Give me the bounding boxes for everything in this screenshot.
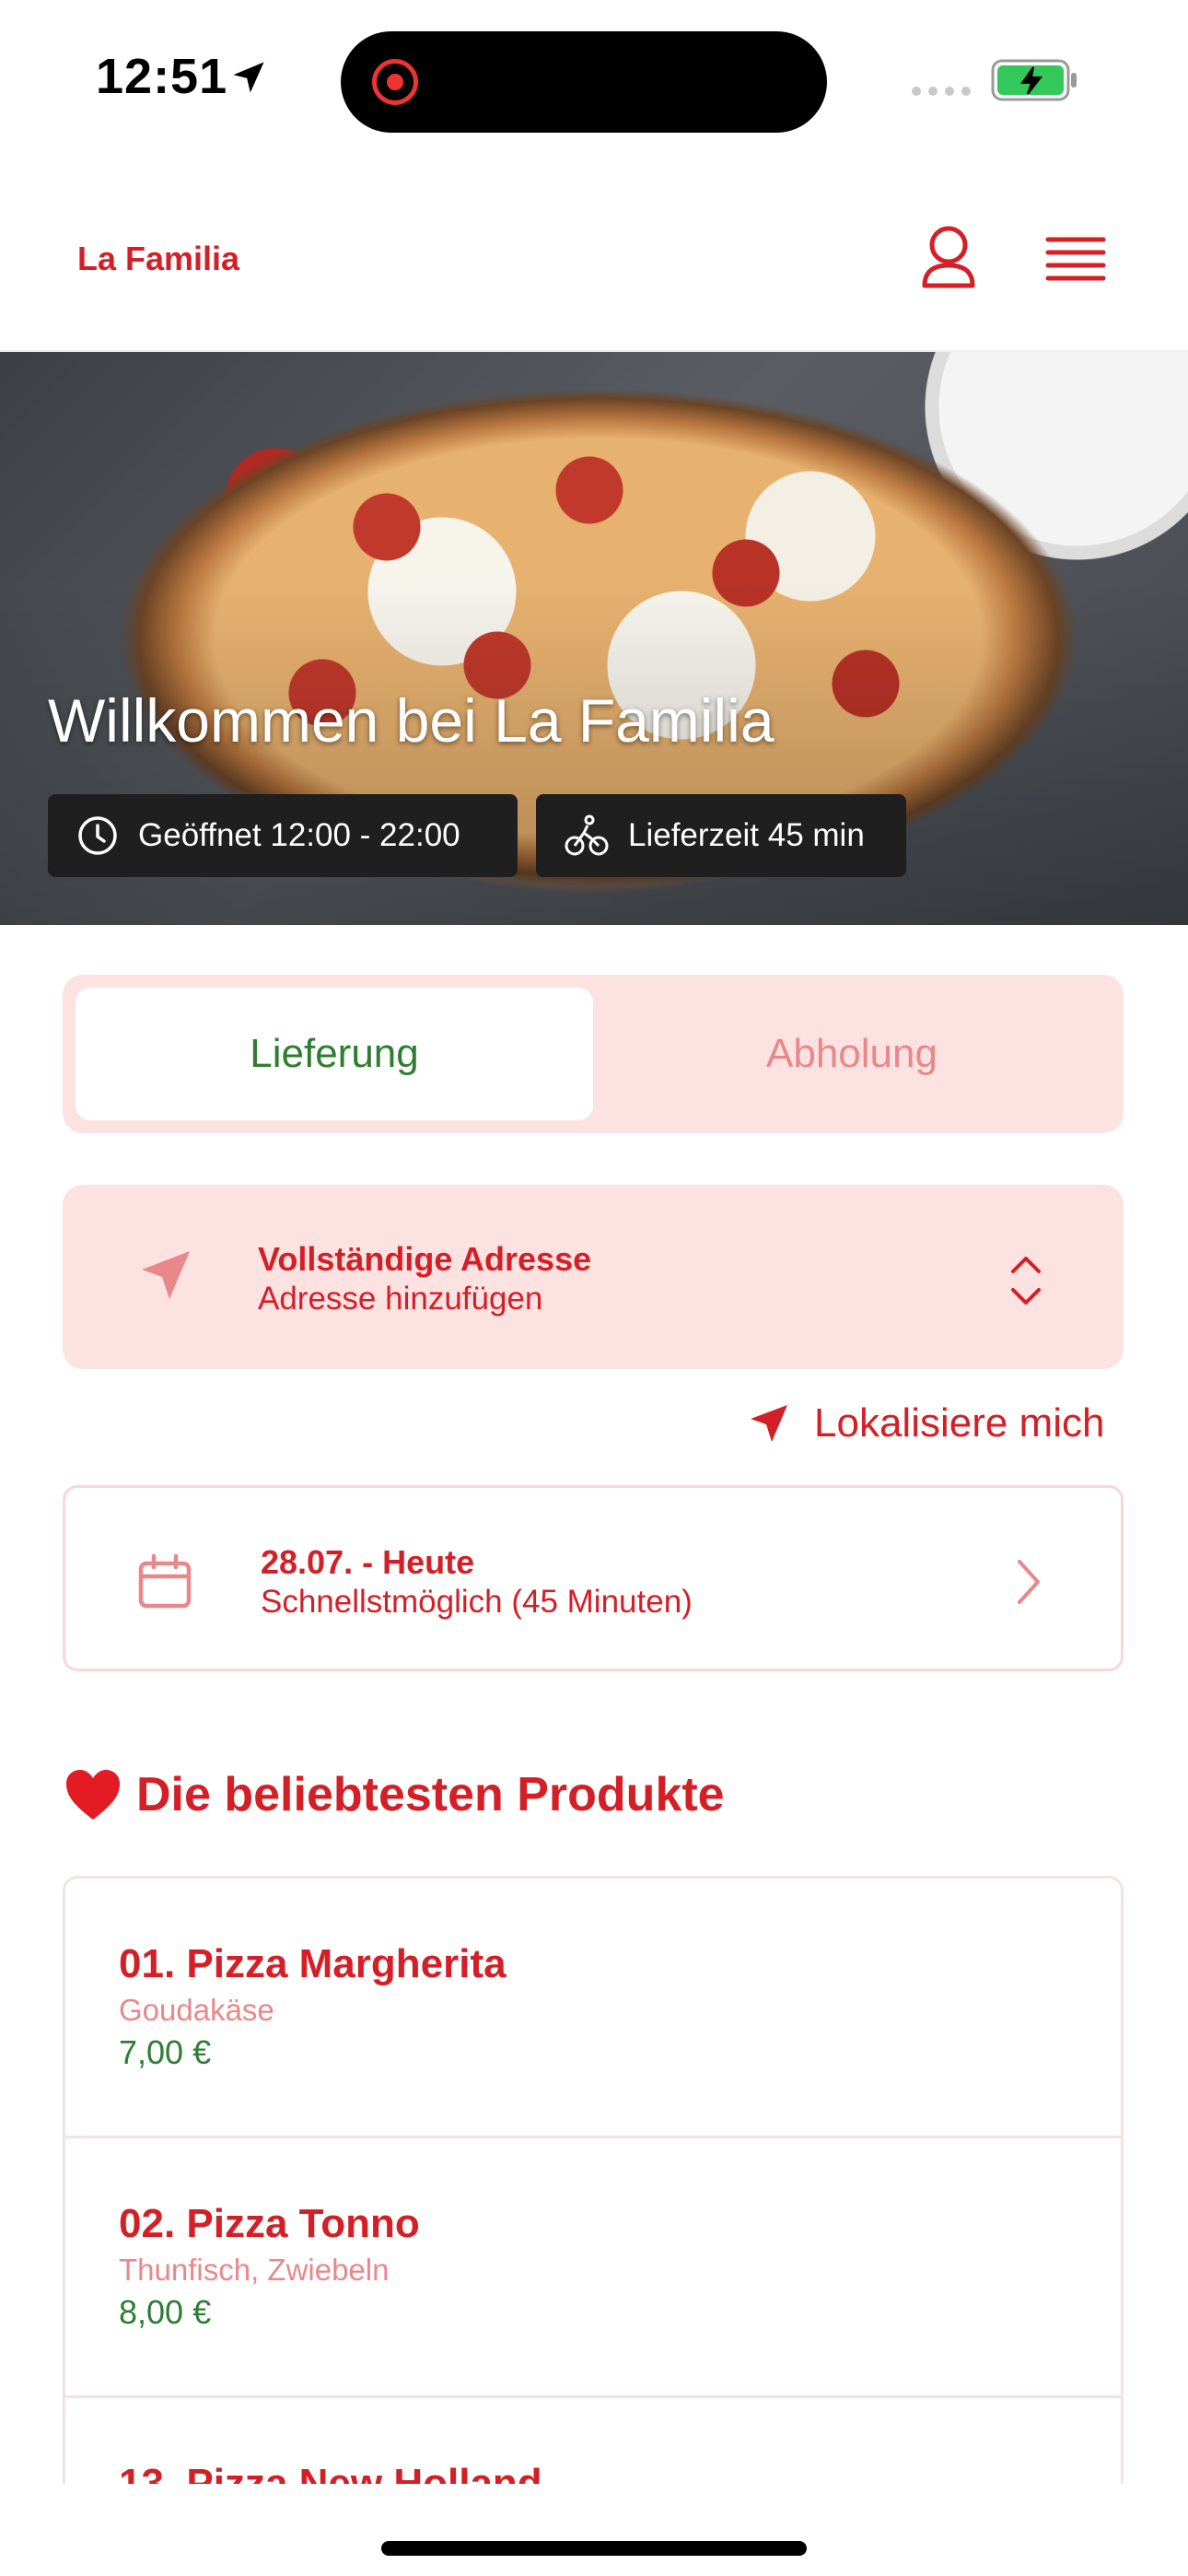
locate-me-label: Lokalisiere mich <box>814 1400 1105 1446</box>
popular-products-title: Die beliebtesten Produkte <box>136 1768 725 1821</box>
product-price: 8,00 € <box>119 2293 212 2331</box>
hero-banner: Willkommen bei La Familia Geöffnet 12:00… <box>0 352 1188 925</box>
schedule-subtitle: Schnellstmöglich (45 Minuten) <box>261 1584 693 1620</box>
chevron-right-icon <box>1018 1560 1040 1604</box>
delivery-time-text: Lieferzeit 45 min <box>628 817 865 853</box>
status-time: 12:51 <box>96 49 228 104</box>
cellular-signal-icon <box>912 87 971 96</box>
dynamic-island <box>341 31 827 133</box>
product-description: Goudakäse <box>119 1993 274 2027</box>
bicycle-courier-icon <box>565 814 609 856</box>
address-title: Vollständige Adresse <box>258 1240 592 1278</box>
schedule-title: 28.07. - Heute <box>261 1543 475 1581</box>
product-item[interactable]: 13. Pizza New Holland <box>65 2398 1121 2484</box>
brand-logo-text[interactable]: La Familia <box>77 240 239 278</box>
heart-icon <box>66 1770 120 1820</box>
delivery-time-selector[interactable]: 28.07. - Heute Schnellstmöglich (45 Minu… <box>63 1485 1124 1671</box>
account-button[interactable] <box>912 221 985 295</box>
locate-me-button[interactable]: Lokalisiere mich <box>748 1400 1104 1446</box>
tab-delivery[interactable]: Lieferung <box>76 988 593 1120</box>
tab-pickup[interactable]: Abholung <box>593 988 1111 1120</box>
app-header: La Familia <box>0 157 1188 352</box>
popular-products-heading: Die beliebtesten Produkte <box>64 1767 725 1822</box>
battery-charging-icon <box>991 59 1077 101</box>
status-bar: 12:51 <box>0 0 1188 157</box>
product-name: 13. Pizza New Holland <box>119 2461 542 2484</box>
recording-icon <box>372 59 418 105</box>
product-item[interactable]: 01. Pizza Margherita Goudakäse 7,00 € <box>65 1879 1121 2138</box>
hero-title: Willkommen bei La Familia <box>48 686 775 755</box>
menu-icon <box>1045 237 1106 281</box>
product-description: Thunfisch, Zwiebeln <box>119 2253 390 2287</box>
product-list: 01. Pizza Margherita Goudakäse 7,00 € 02… <box>63 1876 1124 2484</box>
delivery-time-badge: Lieferzeit 45 min <box>536 794 906 877</box>
product-item[interactable]: 02. Pizza Tonno Thunfisch, Zwiebeln 8,00… <box>65 2138 1121 2398</box>
chevron-up-down-icon <box>1011 1257 1041 1305</box>
address-subtitle: Adresse hinzufügen <box>258 1281 543 1317</box>
opening-hours-text: Geöffnet 12:00 - 22:00 <box>138 817 460 853</box>
product-price: 7,00 € <box>119 2033 212 2071</box>
opening-hours-badge: Geöffnet 12:00 - 22:00 <box>48 794 518 877</box>
product-name: 01. Pizza Margherita <box>119 1941 507 1986</box>
location-arrow-icon <box>751 1405 787 1442</box>
order-mode-toggle: Lieferung Abholung <box>63 975 1124 1133</box>
product-name: 02. Pizza Tonno <box>119 2201 420 2246</box>
location-arrow-icon <box>233 62 264 93</box>
navigation-arrow-icon <box>142 1251 190 1299</box>
clock-icon <box>78 816 117 855</box>
calendar-icon <box>138 1553 192 1609</box>
address-selector[interactable]: Vollständige Adresse Adresse hinzufügen <box>63 1185 1124 1369</box>
menu-button[interactable] <box>1039 223 1112 297</box>
user-icon <box>922 226 975 288</box>
home-indicator[interactable] <box>381 2541 807 2556</box>
